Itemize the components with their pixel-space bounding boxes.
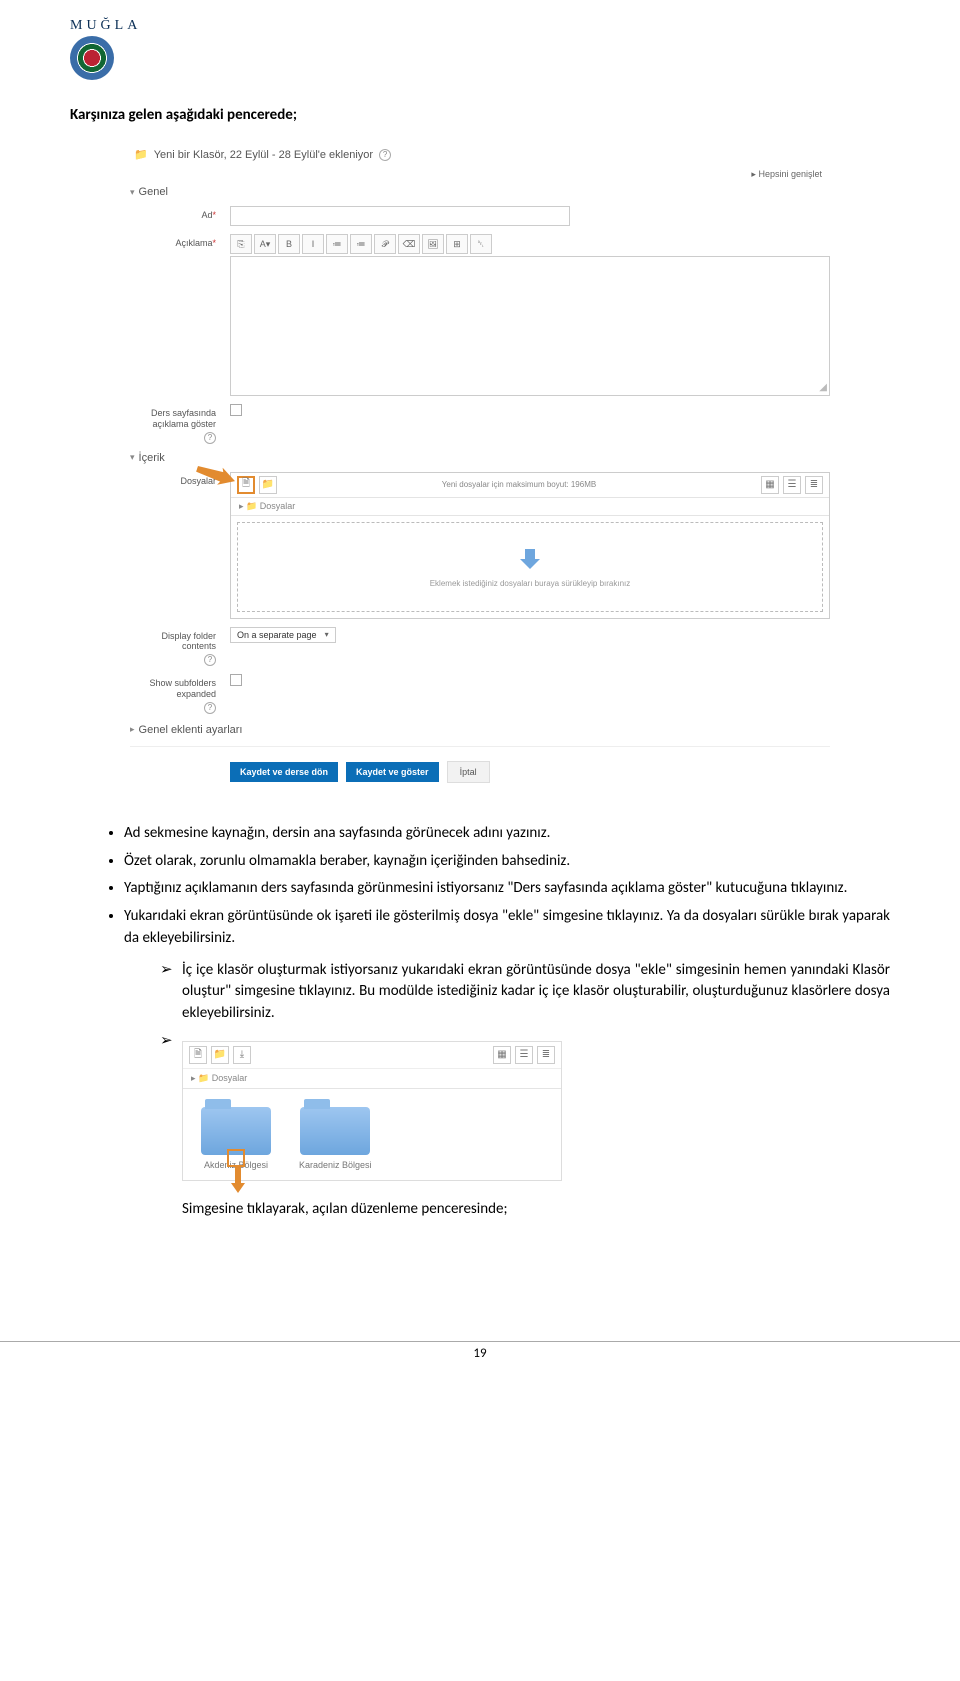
toolbar-btn[interactable]: 🖼 xyxy=(422,234,444,254)
file-max-hint: Yeni dosyalar için maksimum boyut: 196MB xyxy=(442,480,596,489)
file-breadcrumb[interactable]: Dosyalar xyxy=(183,1069,561,1089)
toolbar-btn[interactable]: ⎘ xyxy=(230,234,252,254)
list-item: Ad sekmesine kaynağın, dersin ana sayfas… xyxy=(124,823,890,845)
file-drop-zone[interactable]: Eklemek istediğiniz dosyaları buraya sür… xyxy=(237,522,823,612)
after-shot-text: Simgesine tıklayarak, açılan düzenleme p… xyxy=(182,1199,890,1221)
page-footer: 19 xyxy=(0,1341,960,1361)
page-number: 19 xyxy=(473,1346,486,1361)
drop-hint: Eklemek istediğiniz dosyaları buraya sür… xyxy=(430,579,631,588)
intro-text: Karşınıza gelen aşağıdaki pencerede; xyxy=(70,106,890,124)
label-show-on-page: Ders sayfasında açıklama göster ? xyxy=(130,404,216,444)
help-icon: ? xyxy=(204,702,216,714)
screenshot-folders: 🗎 📁 ⤓ ▦ ☰ ≣ Dosyalar xyxy=(182,1041,562,1181)
save-show-button[interactable]: Kaydet ve göster xyxy=(346,762,439,782)
download-icon[interactable]: ⤓ xyxy=(233,1046,251,1064)
file-breadcrumb[interactable]: Dosyalar xyxy=(231,498,829,516)
logo: MUĞLA xyxy=(70,18,890,80)
instructions-list: Ad sekmesine kaynağın, dersin ana sayfas… xyxy=(70,823,890,950)
label-display-folder: Display folder contents ? xyxy=(130,627,216,667)
subfolders-checkbox[interactable] xyxy=(230,674,242,686)
folder-icon: 📁 xyxy=(134,148,148,161)
create-folder-icon[interactable]: 📁 xyxy=(211,1046,229,1064)
download-arrow-icon xyxy=(516,545,544,573)
toolbar-btn[interactable]: ⌫ xyxy=(398,234,420,254)
view-tree-icon[interactable]: ≣ xyxy=(537,1046,555,1064)
list-item: Yaptığınız açıklamanın ders sayfasında g… xyxy=(124,878,890,900)
arrow-icon: ➢ xyxy=(160,1031,174,1221)
add-file-icon[interactable]: 🗎 xyxy=(237,476,255,494)
toolbar-btn[interactable]: ≔ xyxy=(326,234,348,254)
display-select[interactable]: On a separate page xyxy=(230,627,336,643)
logo-text: MUĞLA xyxy=(70,18,890,34)
screenshot-add-folder: 📁 Yeni bir Klasör, 22 Eylül - 28 Eylül'e… xyxy=(130,142,830,787)
show-desc-checkbox[interactable] xyxy=(230,404,242,416)
arrow-icon: ➢ xyxy=(160,960,174,1025)
toolbar-btn[interactable]: B xyxy=(278,234,300,254)
section-icerik[interactable]: İçerik xyxy=(130,448,830,468)
label-subfolders: Show subfolders expanded ? xyxy=(130,674,216,714)
view-list-icon[interactable]: ☰ xyxy=(515,1046,533,1064)
sub-text: İç içe klasör oluşturmak istiyorsanız yu… xyxy=(182,960,890,1025)
folder-item[interactable]: Akdeniz Bölgesi xyxy=(201,1107,271,1172)
cancel-button[interactable]: İptal xyxy=(447,761,490,783)
folder-label: Karadeniz Bölgesi xyxy=(299,1159,372,1172)
expand-all-link[interactable]: Hepsini genişlet xyxy=(751,169,822,179)
folder-icon xyxy=(300,1107,370,1155)
resize-icon[interactable]: ◢ xyxy=(819,382,827,393)
help-icon: ? xyxy=(204,432,216,444)
toolbar-btn[interactable]: ␡ xyxy=(470,234,492,254)
add-file-icon[interactable]: 🗎 xyxy=(189,1046,207,1064)
view-list-icon[interactable]: ☰ xyxy=(783,476,801,494)
label-ad: Ad* xyxy=(130,206,216,221)
sub-list: ➢ İç içe klasör oluşturmak istiyorsanız … xyxy=(70,960,890,1221)
description-editor[interactable]: ◢ xyxy=(230,256,830,396)
list-item: Özet olarak, zorunlu olmamakla beraber, … xyxy=(124,851,890,873)
view-grid-icon[interactable]: ▦ xyxy=(493,1046,511,1064)
screenshot-title-row: 📁 Yeni bir Klasör, 22 Eylül - 28 Eylül'e… xyxy=(130,142,830,167)
toolbar-btn[interactable]: A▾ xyxy=(254,234,276,254)
editor-toolbar: ⎘ A▾ B I ≔ ≔ 𝒫 ⌫ 🖼 ⊞ ␡ xyxy=(230,234,830,254)
annotation-highlight xyxy=(227,1149,245,1167)
toolbar-btn[interactable]: ⊞ xyxy=(446,234,468,254)
toolbar-btn[interactable]: I xyxy=(302,234,324,254)
name-input[interactable] xyxy=(230,206,570,226)
folder-icon xyxy=(201,1107,271,1155)
create-folder-icon[interactable]: 📁 xyxy=(259,476,277,494)
section-eklenti[interactable]: Genel eklenti ayarları xyxy=(130,718,830,742)
logo-emblem xyxy=(70,36,114,80)
screenshot-title: Yeni bir Klasör, 22 Eylül - 28 Eylül'e e… xyxy=(154,149,373,161)
section-genel[interactable]: Genel xyxy=(130,182,830,202)
list-item: Yukarıdaki ekran görüntüsünde ok işareti… xyxy=(124,906,890,950)
toolbar-btn[interactable]: ≔ xyxy=(350,234,372,254)
file-picker: 🗎 📁 Yeni dosyalar için maksimum boyut: 1… xyxy=(230,472,830,619)
help-icon: ? xyxy=(379,149,391,161)
toolbar-btn[interactable]: 𝒫 xyxy=(374,234,396,254)
view-grid-icon[interactable]: ▦ xyxy=(761,476,779,494)
view-tree-icon[interactable]: ≣ xyxy=(805,476,823,494)
save-return-button[interactable]: Kaydet ve derse dön xyxy=(230,762,338,782)
help-icon: ? xyxy=(204,654,216,666)
folder-item[interactable]: Karadeniz Bölgesi xyxy=(299,1107,372,1172)
label-aciklama: Açıklama* xyxy=(130,234,216,249)
button-row: Kaydet ve derse dön Kaydet ve göster İpt… xyxy=(130,751,830,787)
expand-all-row: Hepsini genişlet xyxy=(130,167,830,182)
